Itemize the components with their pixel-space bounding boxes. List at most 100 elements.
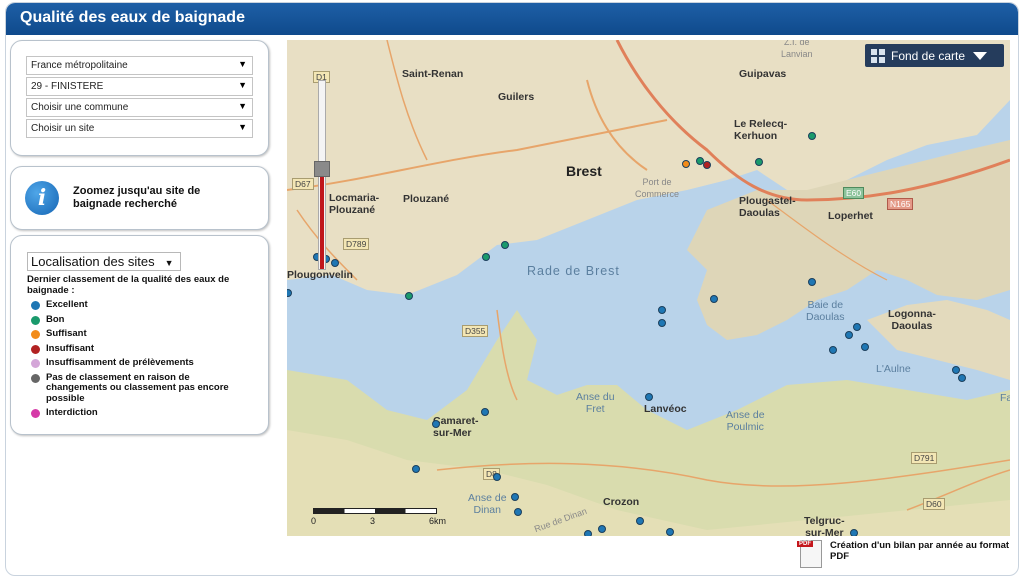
water-label: Baie de Daoulas: [806, 299, 845, 323]
place-label: Brest: [566, 163, 602, 179]
bathing-site-marker[interactable]: [808, 132, 816, 140]
legend-layer-select[interactable]: Localisation des sites ▼: [27, 252, 181, 271]
water-label: Rade de Brest: [527, 264, 620, 278]
scale-label: 0: [311, 516, 317, 526]
bathing-site-marker[interactable]: [405, 292, 413, 300]
bathing-site-marker[interactable]: [808, 278, 816, 286]
place-label: Loperhet: [828, 210, 873, 222]
chevron-down-icon: ▼: [164, 258, 174, 268]
place-label: Le Relecq- Kerhuon: [734, 118, 788, 142]
map-view[interactable]: Saint-Renan Guilers Guipavas Z.I. de Lan…: [287, 40, 1010, 536]
road-label: E60: [843, 187, 865, 199]
bathing-site-marker[interactable]: [584, 530, 592, 536]
chevron-down-icon: ▼: [238, 80, 247, 90]
bathing-site-marker[interactable]: [658, 306, 666, 314]
bathing-site-marker[interactable]: [658, 319, 666, 327]
road-label: D355: [462, 325, 489, 337]
place-label: Saint-Renan: [402, 68, 464, 80]
zoom-slider-fill: [320, 165, 324, 269]
legend-item: Insuffisant: [27, 342, 268, 355]
chevron-down-icon: ▼: [238, 122, 247, 132]
map-scale: 0 3 6km: [311, 508, 446, 527]
legend-dot-icon: [31, 409, 40, 418]
pdf-report-link[interactable]: PDF Création d'un bilan par année au for…: [797, 540, 1010, 568]
pdf-icon-tag: PDF: [797, 541, 813, 547]
bathing-site-marker[interactable]: [853, 323, 861, 331]
bathing-site-marker[interactable]: [952, 366, 960, 374]
commune-select[interactable]: Choisir une commune ▼: [26, 98, 253, 117]
info-text: Zoomez jusqu'au site de baignade recherc…: [73, 185, 201, 210]
bathing-site-marker[interactable]: [493, 473, 501, 481]
site-select[interactable]: Choisir un site ▼: [26, 119, 253, 138]
road-label: D789: [343, 238, 370, 250]
bathing-site-marker[interactable]: [850, 529, 858, 536]
bathing-site-marker[interactable]: [412, 465, 420, 473]
legend-dot-icon: [31, 330, 40, 339]
place-label: Camaret- sur-Mer: [433, 415, 479, 439]
place-label: Guilers: [498, 91, 535, 103]
department-select-value: 29 - FINISTERE: [31, 81, 104, 92]
legend-panel: Localisation des sites ▼ Dernier classeme…: [10, 235, 269, 435]
road-label: D67: [292, 178, 314, 190]
bathing-site-marker[interactable]: [755, 158, 763, 166]
bathing-site-marker[interactable]: [861, 343, 869, 351]
bathing-site-marker[interactable]: [845, 331, 853, 339]
legend-item-label: Excellent: [46, 299, 88, 310]
place-label: Crozon: [603, 496, 640, 508]
pdf-report-link-text: Création d'un bilan par année au format …: [830, 540, 1010, 562]
bathing-site-marker[interactable]: [682, 160, 690, 168]
legend-item: Bon: [27, 313, 268, 326]
bathing-site-marker[interactable]: [829, 346, 837, 354]
place-label: Z.I. de Lanvian: [781, 40, 813, 59]
place-label: Plougonvelin: [287, 269, 353, 281]
legend-item: Insuffisamment de prélèvements: [27, 357, 268, 369]
basemap-button[interactable]: Fond de carte: [865, 44, 1004, 67]
basemap-button-label: Fond de carte: [891, 48, 966, 63]
place-label: Plouzané: [403, 193, 450, 205]
bathing-site-marker[interactable]: [482, 253, 490, 261]
water-label: Anse du Fret: [576, 391, 615, 415]
layers-grid-icon: [871, 48, 885, 63]
bathing-site-marker[interactable]: [511, 493, 519, 501]
bathing-site-marker[interactable]: [481, 408, 489, 416]
legend-dot-icon: [31, 359, 40, 368]
road-label: D60: [923, 498, 945, 510]
site-select-value: Choisir un site: [31, 123, 95, 134]
road-label: D791: [911, 452, 938, 464]
bathing-site-marker[interactable]: [645, 393, 653, 401]
bathing-site-marker[interactable]: [958, 374, 966, 382]
department-select[interactable]: 29 - FINISTERE ▼: [26, 77, 253, 96]
bathing-site-marker[interactable]: [666, 528, 674, 536]
place-label: Telgruc- sur-Mer: [804, 515, 845, 536]
info-icon: i: [25, 181, 59, 215]
bathing-site-marker[interactable]: [598, 525, 606, 533]
chevron-down-icon: ▼: [238, 101, 247, 111]
legend-dot-icon: [31, 373, 40, 383]
page-header: Qualité des eaux de baignade: [6, 3, 1018, 35]
bathing-site-marker[interactable]: [636, 517, 644, 525]
zoom-slider-handle[interactable]: [314, 161, 330, 177]
place-label: Lanvéoc: [644, 403, 687, 415]
bathing-site-marker[interactable]: [432, 420, 440, 428]
bathing-site-marker[interactable]: [710, 295, 718, 303]
legend-item: Excellent: [27, 299, 268, 311]
region-select[interactable]: France métropolitaine ▼: [26, 56, 253, 75]
region-select-value: France métropolitaine: [31, 60, 128, 71]
map-basemap: [287, 40, 1010, 536]
legend-item-label: Bon: [46, 313, 65, 325]
legend-dot-icon: [31, 344, 40, 354]
legend-dot-icon: [31, 301, 40, 310]
legend-item: Suffisant: [27, 328, 268, 340]
place-label: Guipavas: [739, 68, 787, 80]
bathing-site-marker[interactable]: [331, 259, 339, 267]
place-label: Plougastel- Daoulas: [739, 195, 796, 219]
legend-item-label: Pas de classement en raison de changemen…: [46, 371, 229, 404]
bathing-site-marker[interactable]: [514, 508, 522, 516]
bathing-site-marker[interactable]: [501, 241, 509, 249]
commune-select-value: Choisir une commune: [31, 102, 129, 113]
scale-label: 6km: [429, 516, 447, 526]
location-selector-panel: France métropolitaine ▼ 29 - FINISTERE ▼ C…: [10, 40, 269, 156]
bathing-site-marker[interactable]: [703, 161, 711, 169]
legend-title: Dernier classement de la qualité des eau…: [27, 274, 230, 296]
legend-item-label: Insuffisant: [46, 342, 95, 354]
